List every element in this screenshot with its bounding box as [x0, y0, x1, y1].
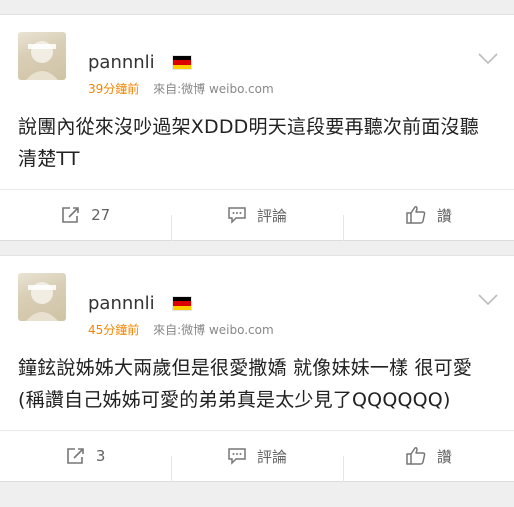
post-time: 45分鐘前	[88, 323, 140, 337]
post-meta: 39分鐘前 來自:微博 weibo.com	[88, 82, 274, 96]
comment-label: 評論	[256, 206, 287, 225]
username[interactable]: pannnli	[88, 293, 155, 315]
chevron-down-icon[interactable]	[478, 294, 498, 306]
feed-gap	[0, 241, 514, 255]
chevron-down-icon[interactable]	[478, 53, 498, 65]
repost-icon	[67, 448, 84, 464]
comment-button[interactable]: 評論	[171, 446, 342, 482]
post-header: pannnli 45分鐘前 來自:微博 weibo.com	[0, 256, 514, 337]
like-button[interactable]: 讚	[342, 446, 514, 482]
weibo-feed: pannnli 39分鐘前 來自:微博 weibo.com 說團內從來沒吵過架X…	[0, 0, 514, 507]
post-actions: 3 評論 讚	[0, 430, 514, 482]
thumbs-up-icon	[406, 447, 426, 465]
like-label: 讚	[436, 206, 452, 225]
post-time: 39分鐘前	[88, 82, 140, 96]
username[interactable]: pannnli	[88, 52, 155, 74]
post-text[interactable]: 鐘鉉說姊姊大兩歲但是很愛撒嬌 就像妹妹一樣 很可愛 (稱讚自己姊姊可愛的弟弟真是…	[0, 336, 514, 430]
germany-flag-icon	[172, 55, 192, 70]
comment-button[interactable]: 評論	[171, 205, 342, 241]
post-card[interactable]: pannnli 39分鐘前 來自:微博 weibo.com 說團內從來沒吵過架X…	[0, 14, 514, 241]
avatar[interactable]	[18, 273, 66, 321]
like-label: 讚	[436, 447, 452, 466]
like-button[interactable]: 讚	[342, 205, 514, 241]
post-card[interactable]: pannnli 45分鐘前 來自:微博 weibo.com 鐘鉉說姊姊大兩歲但是…	[0, 255, 514, 482]
post-source: 來自:微博 weibo.com	[153, 82, 274, 96]
repost-count: 27	[91, 206, 111, 224]
repost-count: 3	[95, 447, 106, 465]
post-source: 來自:微博 weibo.com	[153, 323, 274, 337]
post-text[interactable]: 說團內從來沒吵過架XDDD明天這段要再聽次前面沒聽清楚TT	[0, 95, 514, 189]
comment-icon	[228, 448, 246, 465]
avatar[interactable]	[18, 32, 66, 80]
repost-icon	[62, 207, 79, 223]
thumbs-up-icon	[406, 206, 426, 224]
germany-flag-icon	[172, 296, 192, 311]
feed-gap	[0, 0, 514, 14]
post-header: pannnli 39分鐘前 來自:微博 weibo.com	[0, 15, 514, 96]
comment-label: 評論	[256, 447, 287, 466]
repost-button[interactable]: 27	[0, 206, 171, 224]
post-actions: 27 評論 讚	[0, 189, 514, 241]
repost-button[interactable]: 3	[0, 447, 171, 465]
post-meta: 45分鐘前 來自:微博 weibo.com	[88, 323, 274, 337]
comment-icon	[228, 207, 246, 224]
